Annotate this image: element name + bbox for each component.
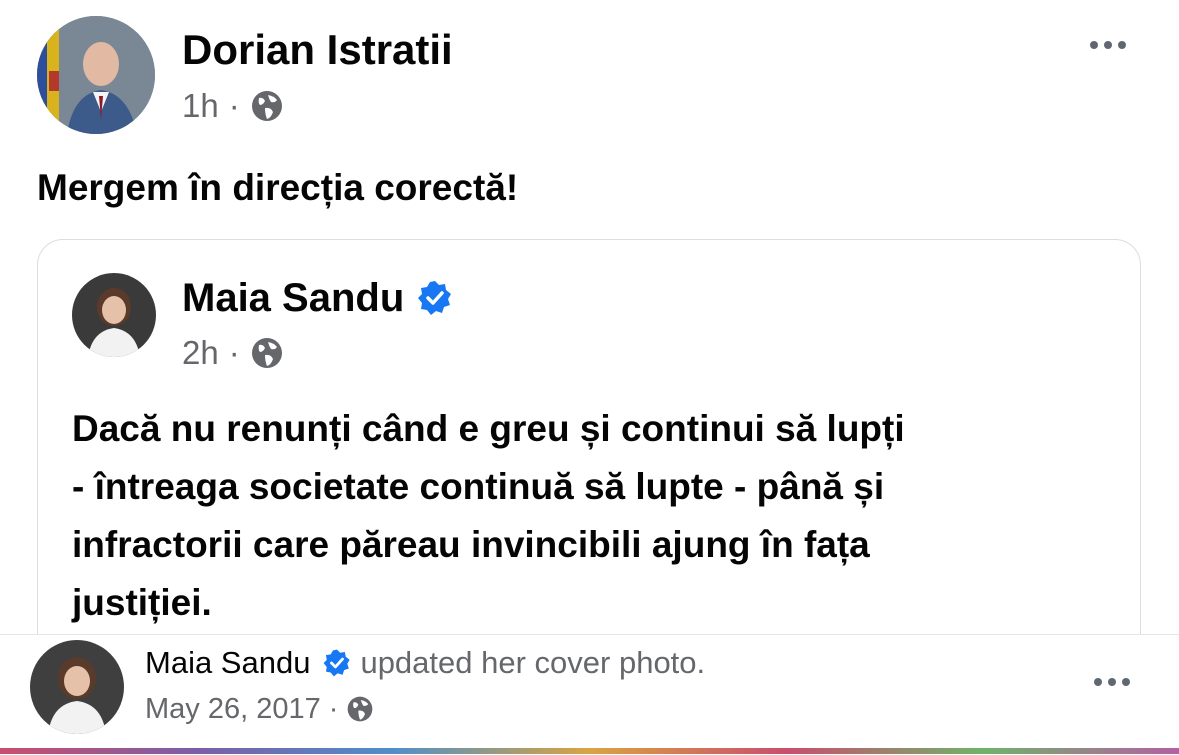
verified-badge-icon xyxy=(418,281,452,315)
meta-separator: · xyxy=(328,693,339,725)
shared-author-avatar[interactable] xyxy=(72,273,156,357)
shared-post-text-line: Dacă nu renunți când e greu și continui … xyxy=(72,408,905,449)
shared-author-name[interactable]: Maia Sandu xyxy=(182,275,404,321)
next-post-avatar[interactable] xyxy=(30,640,124,734)
next-post-author[interactable]: Maia Sandu xyxy=(145,644,310,682)
shared-author-avatar-image xyxy=(72,273,156,357)
next-post-avatar-image xyxy=(30,640,124,734)
cover-photo-preview-strip xyxy=(0,748,1179,754)
shared-author-row: Maia Sandu xyxy=(182,275,454,321)
shared-post-meta: 2h · xyxy=(182,333,284,373)
globe-icon xyxy=(251,338,282,368)
shared-post-time[interactable]: 2h xyxy=(182,333,219,373)
more-options-button[interactable] xyxy=(1090,41,1126,49)
post-meta: 1h · xyxy=(182,86,284,126)
next-post-header: Maia Sandu updated her cover photo. xyxy=(145,644,705,682)
next-post-action: updated her cover photo. xyxy=(360,645,706,680)
next-post-meta: May 26, 2017 · xyxy=(145,691,374,727)
shared-post-text-line: infractorii care păreau invincibili ajun… xyxy=(72,524,870,565)
shared-post-text-line: justiției. xyxy=(72,582,212,623)
verified-badge-icon xyxy=(324,649,351,677)
next-post-more-options-button[interactable] xyxy=(1094,678,1130,686)
meta-separator: · xyxy=(228,334,240,371)
shared-post-text-line: - întreaga societate continuă să lupte -… xyxy=(72,466,885,507)
globe-icon xyxy=(348,696,373,722)
author-avatar-image xyxy=(37,16,155,134)
meta-separator: · xyxy=(228,87,240,124)
author-avatar[interactable] xyxy=(37,16,155,134)
shared-post-text: Dacă nu renunți când e greu și continui … xyxy=(72,400,1122,632)
globe-icon xyxy=(251,91,282,121)
post-time[interactable]: 1h xyxy=(182,86,219,126)
post-text: Mergem în direcția corectă! xyxy=(37,167,519,208)
author-name[interactable]: Dorian Istratii xyxy=(182,26,453,74)
next-post-date[interactable]: May 26, 2017 xyxy=(145,691,321,727)
